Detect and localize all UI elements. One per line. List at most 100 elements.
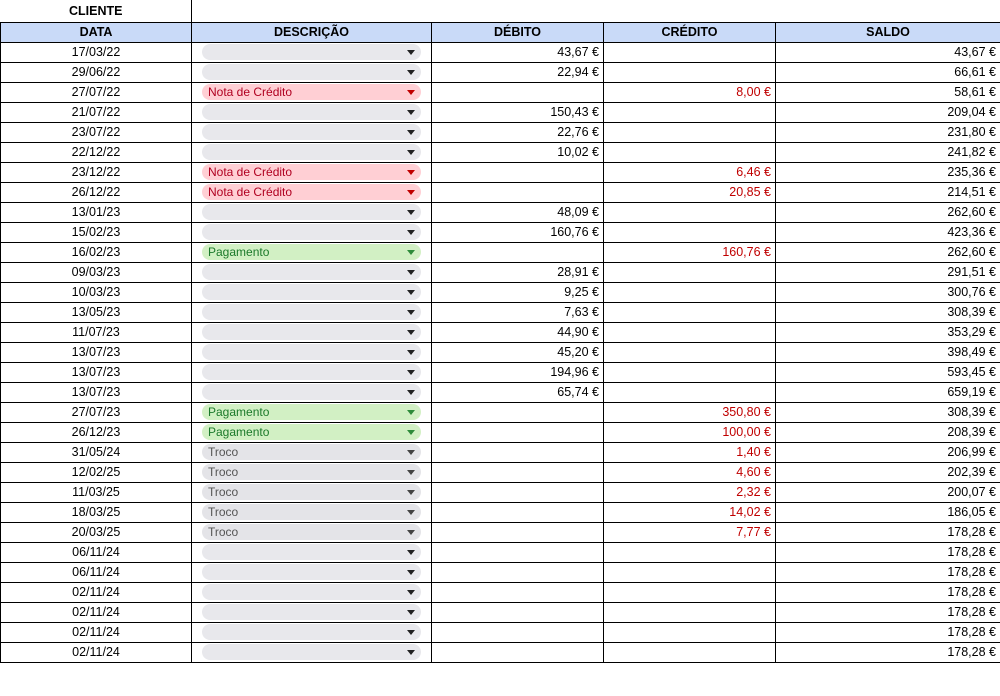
header-saldo[interactable]: SALDO [775, 21, 1000, 43]
description-dropdown[interactable] [202, 284, 421, 300]
debit-cell[interactable] [431, 541, 604, 563]
credit-cell[interactable] [603, 141, 776, 163]
description-dropdown[interactable]: Troco [202, 524, 421, 540]
description-cell[interactable] [191, 601, 432, 623]
debit-cell[interactable]: 9,25 € [431, 281, 604, 303]
date-cell[interactable]: 06/11/24 [0, 561, 192, 583]
debit-cell[interactable]: 43,67 € [431, 41, 604, 63]
description-cell[interactable] [191, 261, 432, 283]
description-dropdown[interactable] [202, 544, 421, 560]
description-dropdown[interactable] [202, 104, 421, 120]
debit-cell[interactable]: 45,20 € [431, 341, 604, 363]
description-dropdown[interactable]: Nota de Crédito [202, 84, 421, 100]
debit-cell[interactable] [431, 401, 604, 423]
date-cell[interactable]: 13/01/23 [0, 201, 192, 223]
credit-cell[interactable] [603, 61, 776, 83]
balance-cell[interactable]: 178,28 € [775, 581, 1000, 603]
description-cell[interactable]: Nota de Crédito [191, 181, 432, 203]
credit-cell[interactable]: 14,02 € [603, 501, 776, 523]
balance-cell[interactable]: 178,28 € [775, 521, 1000, 543]
description-cell[interactable]: Nota de Crédito [191, 81, 432, 103]
description-dropdown[interactable] [202, 44, 421, 60]
chevron-down-icon[interactable] [407, 409, 415, 415]
description-dropdown[interactable]: Troco [202, 444, 421, 460]
date-cell[interactable]: 22/12/22 [0, 141, 192, 163]
debit-cell[interactable] [431, 461, 604, 483]
date-cell[interactable]: 18/03/25 [0, 501, 192, 523]
balance-cell[interactable]: 208,39 € [775, 421, 1000, 443]
chevron-down-icon[interactable] [407, 269, 415, 275]
credit-cell[interactable] [603, 361, 776, 383]
credit-cell[interactable]: 20,85 € [603, 181, 776, 203]
chevron-down-icon[interactable] [407, 569, 415, 575]
balance-cell[interactable]: 178,28 € [775, 621, 1000, 643]
debit-cell[interactable] [431, 601, 604, 623]
chevron-down-icon[interactable] [407, 589, 415, 595]
description-cell[interactable] [191, 121, 432, 143]
description-cell[interactable] [191, 541, 432, 563]
chevron-down-icon[interactable] [407, 609, 415, 615]
balance-cell[interactable]: 659,19 € [775, 381, 1000, 403]
chevron-down-icon[interactable] [407, 109, 415, 115]
credit-cell[interactable]: 4,60 € [603, 461, 776, 483]
chevron-down-icon[interactable] [407, 209, 415, 215]
header-credito[interactable]: CRÉDITO [603, 21, 776, 43]
header-data[interactable]: DATA [0, 21, 192, 43]
credit-cell[interactable] [603, 561, 776, 583]
debit-cell[interactable] [431, 521, 604, 543]
balance-cell[interactable]: 308,39 € [775, 301, 1000, 323]
debit-cell[interactable] [431, 581, 604, 603]
description-cell[interactable] [191, 341, 432, 363]
chevron-down-icon[interactable] [407, 449, 415, 455]
credit-cell[interactable]: 350,80 € [603, 401, 776, 423]
debit-cell[interactable]: 28,91 € [431, 261, 604, 283]
credit-cell[interactable] [603, 281, 776, 303]
debit-cell[interactable]: 65,74 € [431, 381, 604, 403]
description-dropdown[interactable] [202, 624, 421, 640]
balance-cell[interactable]: 186,05 € [775, 501, 1000, 523]
debit-cell[interactable] [431, 641, 604, 663]
description-dropdown[interactable] [202, 224, 421, 240]
debit-cell[interactable] [431, 621, 604, 643]
balance-cell[interactable]: 235,36 € [775, 161, 1000, 183]
description-dropdown[interactable]: Nota de Crédito [202, 164, 421, 180]
description-dropdown[interactable]: Pagamento [202, 244, 421, 260]
debit-cell[interactable]: 150,43 € [431, 101, 604, 123]
date-cell[interactable]: 09/03/23 [0, 261, 192, 283]
header-descricao[interactable]: DESCRIÇÃO [191, 21, 432, 43]
description-dropdown[interactable] [202, 604, 421, 620]
chevron-down-icon[interactable] [407, 489, 415, 495]
date-cell[interactable]: 13/07/23 [0, 341, 192, 363]
date-cell[interactable]: 02/11/24 [0, 581, 192, 603]
description-dropdown[interactable] [202, 124, 421, 140]
description-dropdown[interactable]: Pagamento [202, 404, 421, 420]
debit-cell[interactable]: 194,96 € [431, 361, 604, 383]
description-dropdown[interactable]: Pagamento [202, 424, 421, 440]
description-dropdown[interactable] [202, 324, 421, 340]
title-blank-cell[interactable] [191, 0, 1000, 23]
debit-cell[interactable] [431, 481, 604, 503]
balance-cell[interactable]: 398,49 € [775, 341, 1000, 363]
debit-cell[interactable]: 22,94 € [431, 61, 604, 83]
balance-cell[interactable]: 353,29 € [775, 321, 1000, 343]
balance-cell[interactable]: 43,67 € [775, 41, 1000, 63]
chevron-down-icon[interactable] [407, 429, 415, 435]
debit-cell[interactable]: 160,76 € [431, 221, 604, 243]
description-cell[interactable] [191, 61, 432, 83]
credit-cell[interactable] [603, 261, 776, 283]
date-cell[interactable]: 11/07/23 [0, 321, 192, 343]
date-cell[interactable]: 12/02/25 [0, 461, 192, 483]
description-cell[interactable]: Troco [191, 521, 432, 543]
balance-cell[interactable]: 593,45 € [775, 361, 1000, 383]
chevron-down-icon[interactable] [407, 369, 415, 375]
description-dropdown[interactable]: Troco [202, 504, 421, 520]
debit-cell[interactable] [431, 81, 604, 103]
balance-cell[interactable]: 178,28 € [775, 641, 1000, 663]
date-cell[interactable]: 02/11/24 [0, 621, 192, 643]
description-dropdown[interactable] [202, 144, 421, 160]
credit-cell[interactable] [603, 641, 776, 663]
description-cell[interactable]: Pagamento [191, 401, 432, 423]
debit-cell[interactable] [431, 241, 604, 263]
description-cell[interactable]: Troco [191, 461, 432, 483]
balance-cell[interactable]: 423,36 € [775, 221, 1000, 243]
